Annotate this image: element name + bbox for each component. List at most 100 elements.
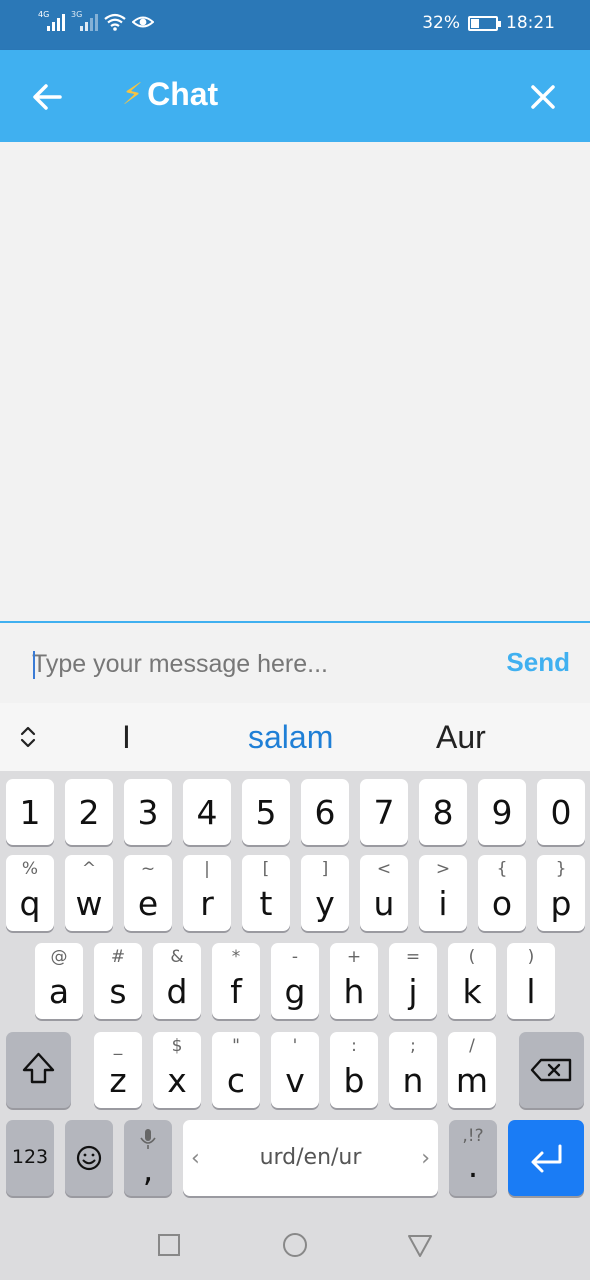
key-sub-label: }	[555, 859, 567, 879]
key-h[interactable]: + h	[330, 943, 378, 1019]
expand-collapse-icon[interactable]	[14, 723, 42, 751]
period-key-sub: ,!?	[462, 1126, 484, 1146]
key-sub-label: #	[110, 947, 126, 967]
key-i[interactable]: > i	[419, 855, 467, 931]
emoji-icon	[76, 1145, 102, 1171]
key-f[interactable]: * f	[212, 943, 260, 1019]
key-sub-label: *	[231, 947, 241, 967]
key-label: 1	[19, 793, 41, 832]
network-type-1: 4G	[38, 10, 50, 19]
key-6[interactable]: 6	[301, 779, 349, 845]
backspace-key[interactable]	[519, 1032, 584, 1108]
key-sub-label: &	[170, 947, 184, 967]
emoji-key[interactable]	[65, 1120, 113, 1196]
back-arrow-icon[interactable]	[24, 74, 70, 120]
key-label: 9	[491, 793, 513, 832]
numbers-key[interactable]: 123	[6, 1120, 54, 1196]
key-z[interactable]: _ z	[94, 1032, 142, 1108]
key-0[interactable]: 0	[537, 779, 585, 845]
suggestion-center[interactable]: salam	[248, 719, 333, 756]
key-q[interactable]: % q	[6, 855, 54, 931]
key-v[interactable]: ' v	[271, 1032, 319, 1108]
comma-key[interactable]: ,	[124, 1120, 172, 1196]
key-l[interactable]: ) l	[507, 943, 555, 1019]
space-key-label: urd/en/ur	[259, 1145, 362, 1170]
battery-percent: 32%	[422, 13, 460, 33]
key-8[interactable]: 8	[419, 779, 467, 845]
key-p[interactable]: } p	[537, 855, 585, 931]
space-key[interactable]: ‹ urd/en/ur ›	[183, 1120, 438, 1196]
page-title: ⚡ Chat	[122, 76, 218, 113]
key-t[interactable]: [t	[242, 855, 290, 931]
key-label: o	[491, 884, 513, 923]
key-b[interactable]: :b	[330, 1032, 378, 1108]
key-sub-label: %	[21, 859, 39, 879]
key-a[interactable]: @ a	[35, 943, 83, 1019]
key-sub-label: ;	[410, 1036, 416, 1056]
battery-fill	[471, 18, 479, 28]
key-label: z	[109, 1061, 127, 1100]
key-x[interactable]: $ x	[153, 1032, 201, 1108]
key-o[interactable]: {o	[478, 855, 526, 931]
key-w[interactable]: ^ w	[65, 855, 113, 931]
soft-keyboard: 123 , ‹ urd/en/ur › ,!? . 1 2 3 4 5 6 7 …	[0, 771, 590, 1205]
key-c[interactable]: " c	[212, 1032, 260, 1108]
key-label: m	[455, 1061, 489, 1100]
period-key[interactable]: ,!? .	[449, 1120, 497, 1196]
key-label: w	[75, 884, 103, 923]
key-sub-label: "	[232, 1036, 240, 1056]
suggestion-left[interactable]: I	[122, 719, 131, 756]
key-s[interactable]: # s	[94, 943, 142, 1019]
key-r[interactable]: | r	[183, 855, 231, 931]
key-5[interactable]: 5	[242, 779, 290, 845]
status-bar: 4G 3G 32% 18:21	[0, 0, 590, 50]
key-e[interactable]: ~ e	[124, 855, 172, 931]
key-3[interactable]: 3	[124, 779, 172, 845]
key-sub-label: '	[292, 1036, 298, 1056]
key-sub-label: -	[291, 947, 299, 967]
key-sub-label: {	[496, 859, 508, 879]
home-icon[interactable]	[281, 1231, 309, 1259]
key-d[interactable]: & d	[153, 943, 201, 1019]
send-button[interactable]: Send	[506, 647, 570, 678]
key-2[interactable]: 2	[65, 779, 113, 845]
key-y[interactable]: ] y	[301, 855, 349, 931]
close-icon[interactable]	[520, 74, 566, 120]
key-4[interactable]: 4	[183, 779, 231, 845]
key-n[interactable]: ; n	[389, 1032, 437, 1108]
message-list[interactable]	[0, 142, 590, 622]
key-label: r	[200, 884, 214, 923]
shift-key[interactable]	[6, 1032, 71, 1108]
space-right-arrow-icon: ›	[421, 1146, 430, 1171]
key-label: l	[526, 972, 536, 1011]
key-label: t	[259, 884, 273, 923]
lightning-icon: ⚡	[122, 78, 144, 111]
back-triangle-icon[interactable]	[406, 1231, 434, 1259]
navigation-bar	[0, 1205, 590, 1280]
key-label: j	[408, 972, 418, 1011]
key-m[interactable]: / m	[448, 1032, 496, 1108]
key-1[interactable]: 1	[6, 779, 54, 845]
key-7[interactable]: 7	[360, 779, 408, 845]
backspace-icon	[530, 1058, 572, 1082]
key-label: s	[109, 972, 127, 1011]
eye-icon	[132, 16, 154, 28]
key-k[interactable]: (k	[448, 943, 496, 1019]
key-9[interactable]: 9	[478, 779, 526, 845]
recents-icon[interactable]	[155, 1231, 183, 1259]
suggestion-right[interactable]: Aur	[436, 719, 486, 756]
compose-bar: Send	[0, 623, 590, 703]
key-label: 4	[196, 793, 218, 832]
enter-key[interactable]	[508, 1120, 584, 1196]
key-j[interactable]: = j	[389, 943, 437, 1019]
key-label: y	[315, 884, 335, 923]
key-label: k	[462, 972, 482, 1011]
text-caret	[33, 651, 35, 679]
message-input[interactable]	[32, 643, 472, 685]
key-label: 7	[373, 793, 395, 832]
key-u[interactable]: < u	[360, 855, 408, 931]
key-sub-label: :	[351, 1036, 357, 1056]
key-label: 8	[432, 793, 454, 832]
key-g[interactable]: -g	[271, 943, 319, 1019]
key-label: p	[550, 884, 572, 923]
